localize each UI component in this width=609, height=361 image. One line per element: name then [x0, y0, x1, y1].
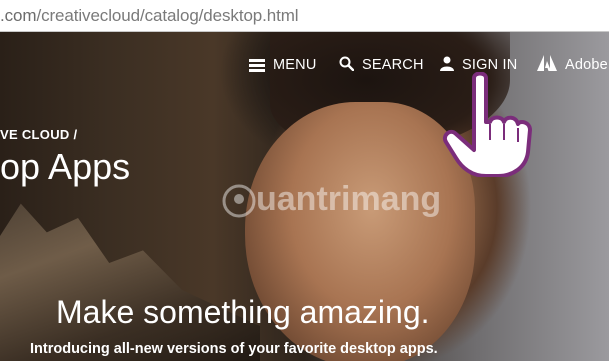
browser-address-bar[interactable]: .com/creativecloud/catalog/desktop.html	[0, 0, 609, 32]
adobe-logo-icon	[537, 55, 557, 75]
hero-breadcrumb: VE CLOUD /	[0, 127, 78, 142]
search-icon	[339, 56, 355, 75]
watermark-logo: uantrimang	[222, 180, 441, 219]
pointing-hand-cursor-icon	[443, 72, 532, 177]
hero-title: op Apps	[0, 146, 131, 187]
nav-menu-button[interactable]: MENU	[249, 55, 317, 75]
hero-headline: Make something amazing.	[56, 294, 430, 330]
bulb-icon	[222, 184, 256, 218]
hero-subheadline: Introducing all-new versions of your fav…	[30, 341, 438, 357]
nav-adobe-link[interactable]: Adobe	[537, 55, 608, 75]
url-text[interactable]: .com/creativecloud/catalog/desktop.html	[0, 6, 299, 26]
hamburger-menu-icon	[249, 57, 265, 74]
nav-search-button[interactable]: SEARCH	[339, 55, 424, 75]
rocky-landscape-background	[0, 203, 260, 361]
